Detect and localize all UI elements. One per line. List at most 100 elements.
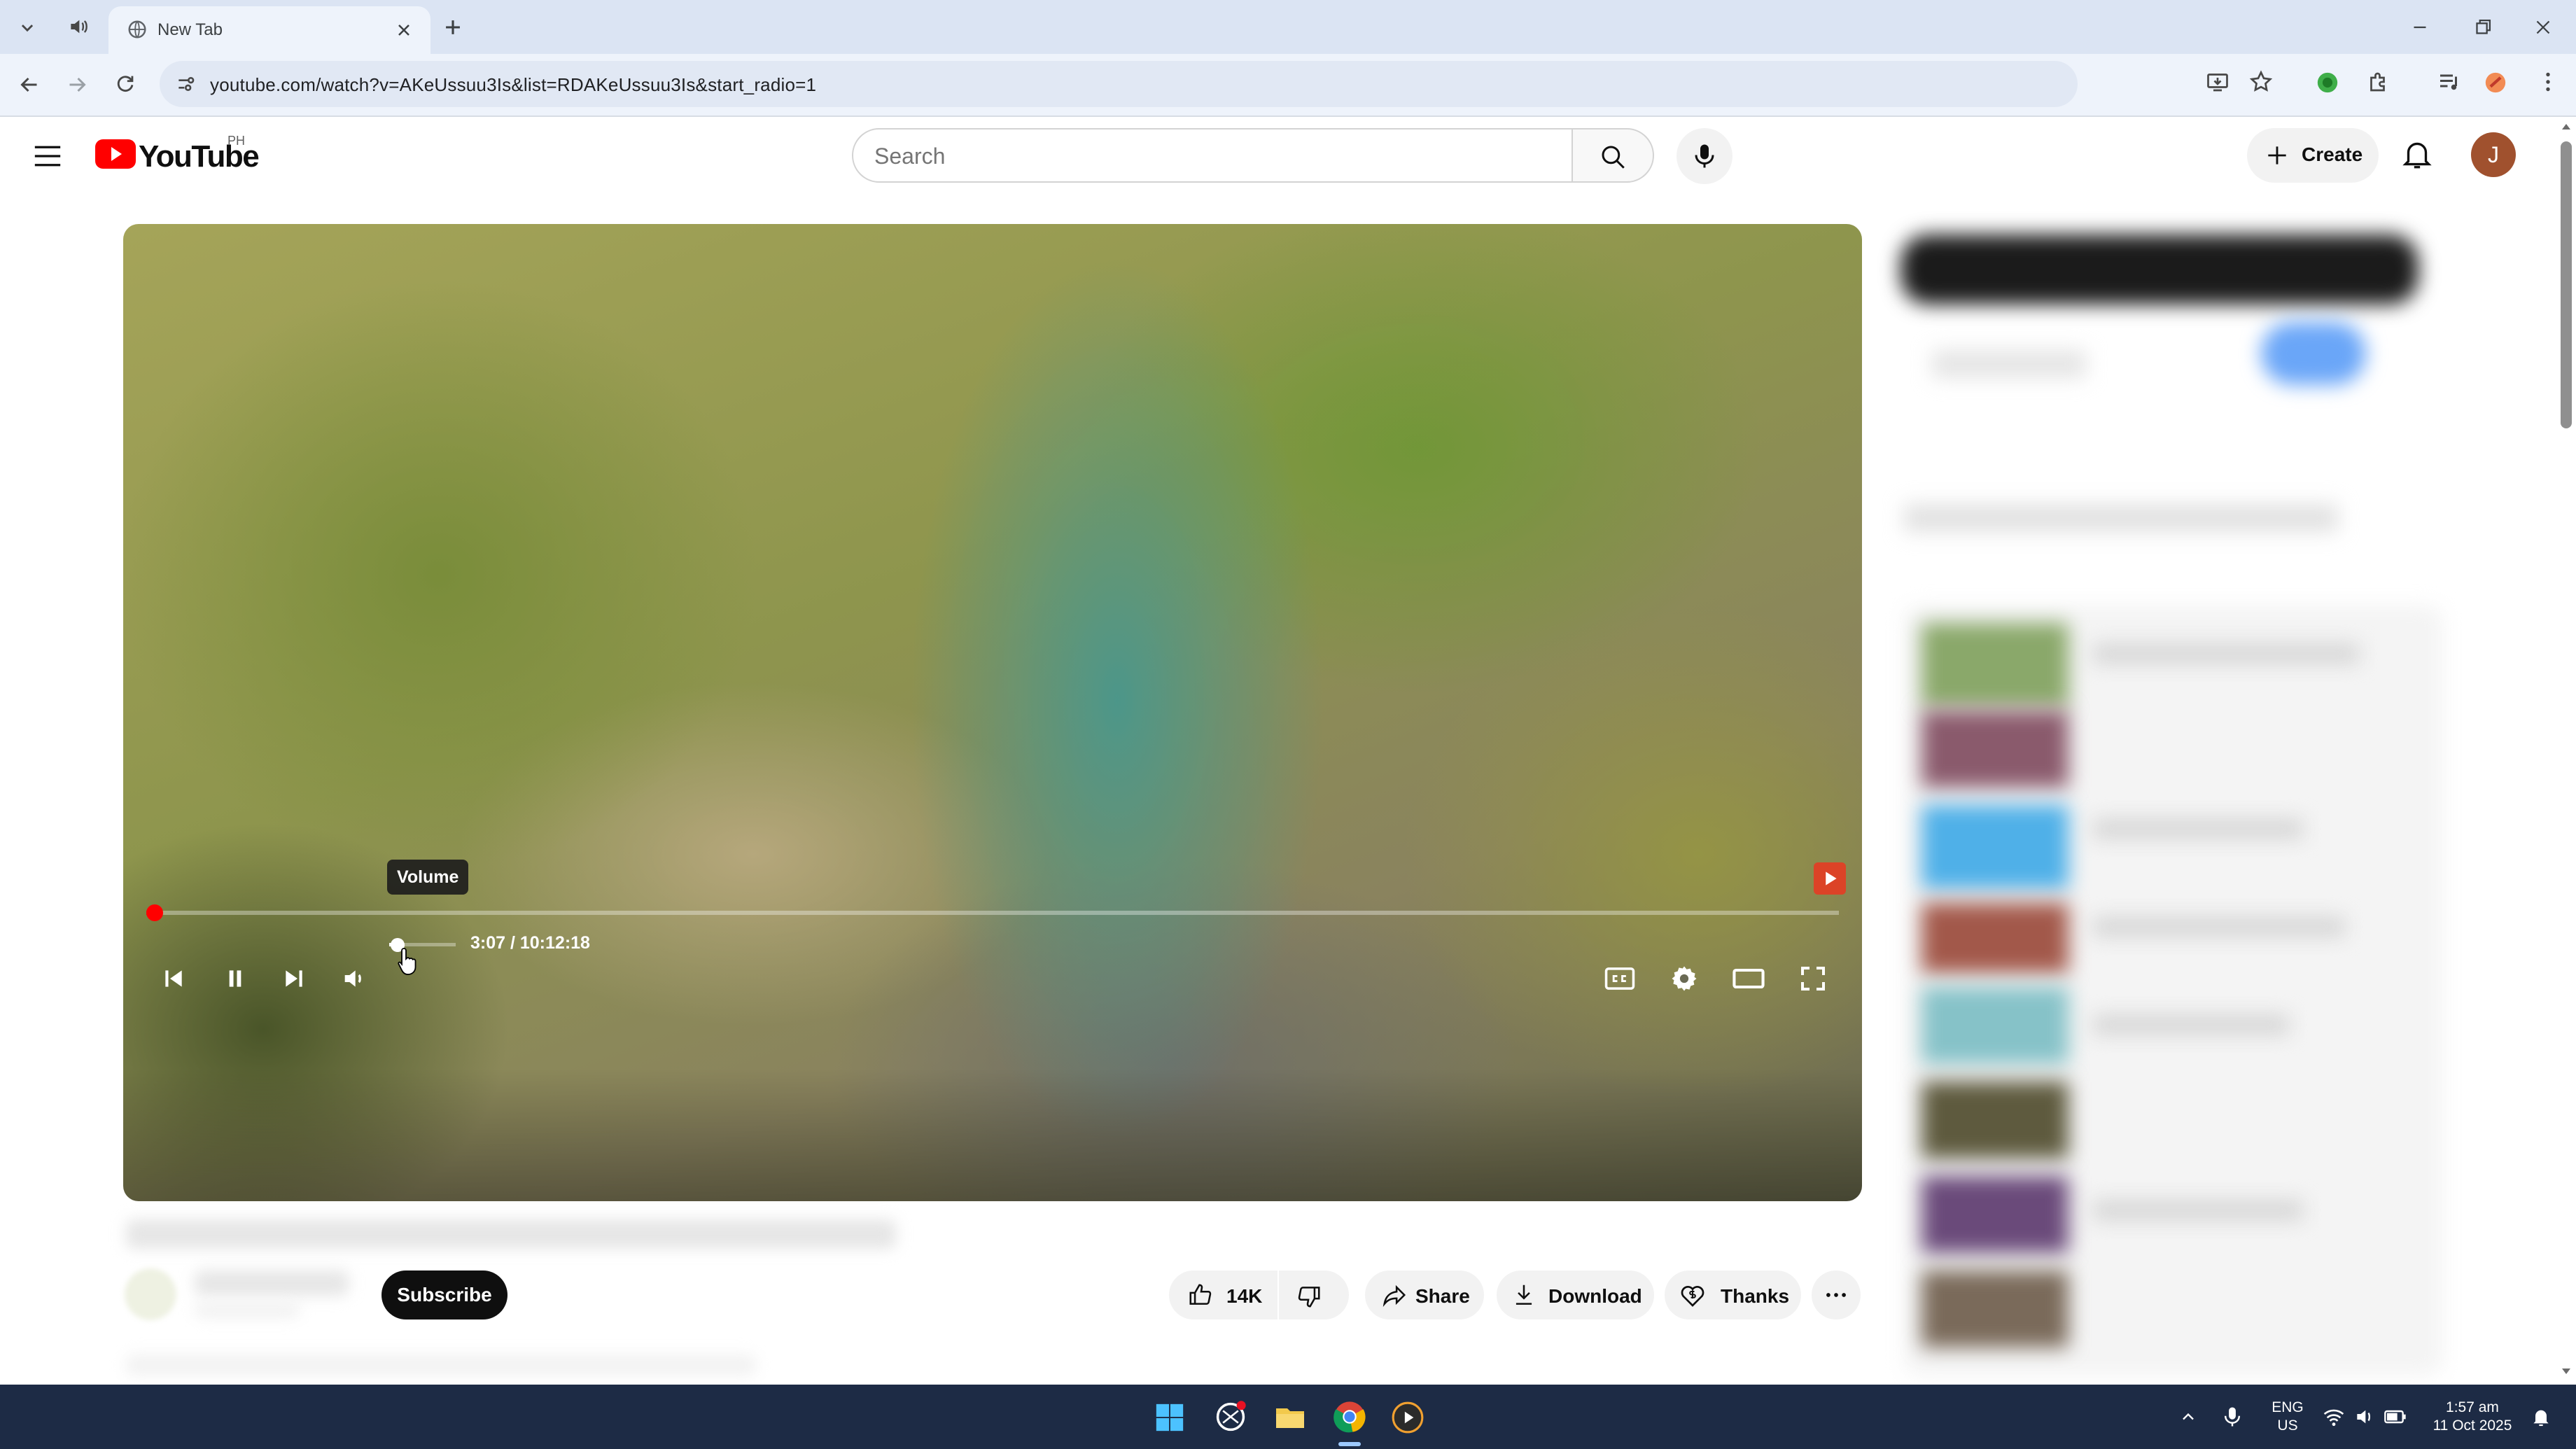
windows-start-icon[interactable]: [1154, 1401, 1186, 1434]
time-display: 3:07 / 10:12:18: [470, 933, 590, 953]
window-close-icon[interactable]: [2531, 15, 2555, 39]
download-icon: [1511, 1282, 1537, 1308]
page-scrollbar[interactable]: [2555, 119, 2576, 1386]
sidebar-heading-blurred: [1904, 504, 2338, 532]
like-button[interactable]: 14K: [1169, 1270, 1278, 1320]
copilot-app-icon[interactable]: [1212, 1399, 1249, 1435]
download-button[interactable]: Download: [1497, 1270, 1654, 1320]
thanks-label: Thanks: [1721, 1285, 1790, 1307]
share-button[interactable]: Share: [1365, 1270, 1484, 1320]
extension-icon[interactable]: [2316, 71, 2339, 94]
create-label: Create: [2302, 144, 2363, 165]
settings-gear-icon[interactable]: [1663, 958, 1705, 1000]
playlist-text-3: [2093, 917, 2345, 937]
clock[interactable]: 1:57 am 11 Oct 2025: [2423, 1399, 2521, 1435]
profile-extension-icon[interactable]: [2484, 71, 2507, 94]
video-player[interactable]: Volume 3:07 / 10:12:18: [123, 224, 1862, 1201]
create-button[interactable]: Create: [2247, 128, 2379, 183]
tab-title: New Tab: [158, 20, 223, 39]
bookmark-star-icon[interactable]: [2248, 69, 2274, 94]
forward-icon[interactable]: [64, 72, 90, 97]
progress-bar[interactable]: [146, 911, 1839, 915]
battery-icon[interactable]: [2383, 1406, 2408, 1428]
minimize-icon[interactable]: [2408, 15, 2432, 39]
captions-button[interactable]: [1599, 958, 1641, 1000]
restore-icon[interactable]: [2471, 15, 2495, 39]
sidebar-banner-text-blurred: [1932, 350, 2086, 378]
fullscreen-button[interactable]: [1792, 958, 1834, 1000]
pause-button[interactable]: [214, 958, 256, 1000]
chrome-app-icon[interactable]: [1331, 1399, 1368, 1435]
youtube-logo[interactable]: [95, 139, 136, 169]
scroll-up-arrow-icon[interactable]: [2561, 122, 2572, 132]
subscriber-count-blurred: [195, 1303, 300, 1317]
description-blurred: [126, 1354, 756, 1376]
language-line1: ENG: [2272, 1399, 2304, 1415]
video-title-blurred: [126, 1219, 896, 1249]
more-actions-button[interactable]: [1812, 1270, 1861, 1320]
browser-toolbar: youtube.com/watch?v=AKeUssuu3Is&list=RDA…: [0, 54, 2576, 117]
address-bar[interactable]: youtube.com/watch?v=AKeUssuu3Is&list=RDA…: [160, 61, 2078, 107]
close-icon[interactable]: [394, 20, 414, 40]
playlist-thumb-3: [1921, 805, 2068, 889]
browser-tab[interactable]: New Tab: [108, 6, 430, 54]
browser-tab-strip: New Tab: [0, 0, 2576, 54]
globe-icon: [127, 19, 148, 40]
puzzle-icon[interactable]: [2366, 69, 2391, 94]
playlist-thumb-5: [1921, 987, 2068, 1064]
next-button[interactable]: [273, 958, 315, 1000]
dislike-button[interactable]: [1279, 1270, 1349, 1320]
plus-icon: [2264, 142, 2290, 169]
tray-overflow-chevron-icon[interactable]: [2178, 1407, 2198, 1427]
notification-center-icon[interactable]: [2530, 1406, 2552, 1428]
speaker-icon[interactable]: [67, 15, 90, 38]
account-avatar[interactable]: J: [2471, 132, 2516, 177]
volume-tooltip: Volume: [387, 860, 469, 895]
language-indicator[interactable]: ENG US: [2267, 1399, 2309, 1435]
scroll-down-arrow-icon[interactable]: [2561, 1366, 2572, 1376]
mouse-cursor-icon: [398, 946, 419, 976]
more-horizontal-icon: [1822, 1282, 1850, 1308]
search-placeholder: Search: [874, 144, 946, 169]
media-icon[interactable]: [2436, 69, 2461, 94]
playlist-text-4: [2093, 1015, 2289, 1035]
channel-watermark[interactable]: [1814, 862, 1846, 895]
controls-gradient: [123, 1068, 1862, 1201]
site-info-icon[interactable]: [175, 73, 197, 95]
subscribe-button[interactable]: Subscribe: [382, 1270, 507, 1320]
voice-search-button[interactable]: [1676, 128, 1732, 184]
search-input[interactable]: Search: [852, 128, 1573, 183]
install-icon[interactable]: [2205, 69, 2230, 94]
theater-mode-button[interactable]: [1728, 958, 1770, 1000]
file-explorer-icon[interactable]: [1273, 1400, 1308, 1434]
playlist-thumb-8: [1921, 1270, 2068, 1348]
playlist-text-5: [2093, 1200, 2303, 1220]
playlist-thumb-6: [1921, 1082, 2068, 1158]
share-label: Share: [1415, 1285, 1470, 1307]
playlist-thumb-7: [1921, 1176, 2068, 1253]
scroll-thumb[interactable]: [2561, 141, 2572, 428]
tray-microphone-icon[interactable]: [2222, 1406, 2243, 1428]
youtube-masthead: YouTube PH Search Create J: [0, 117, 2576, 194]
search-button[interactable]: [1572, 128, 1654, 183]
new-tab-icon[interactable]: [441, 15, 465, 39]
hamburger-menu-icon[interactable]: [32, 142, 63, 170]
microphone-icon: [1692, 142, 1717, 170]
tab-search-icon[interactable]: [15, 15, 39, 39]
thumbs-down-icon: [1296, 1283, 1322, 1310]
thumbs-up-icon: [1187, 1282, 1214, 1308]
clock-date: 11 Oct 2025: [2432, 1418, 2512, 1434]
media-player-app-icon[interactable]: [1390, 1400, 1425, 1435]
wifi-icon[interactable]: [2323, 1406, 2345, 1428]
playlist-thumb-4: [1921, 903, 2068, 973]
progress-scrubber[interactable]: [146, 904, 164, 921]
reload-icon[interactable]: [113, 72, 137, 96]
back-icon[interactable]: [17, 72, 42, 97]
thanks-button[interactable]: Thanks: [1665, 1270, 1801, 1320]
volume-tray-icon[interactable]: [2353, 1406, 2376, 1428]
notifications-bell-icon[interactable]: [2400, 136, 2435, 172]
previous-button[interactable]: [153, 958, 195, 1000]
mute-button[interactable]: [333, 958, 375, 1000]
channel-avatar[interactable]: [125, 1268, 176, 1320]
menu-dots-icon[interactable]: [2535, 69, 2561, 94]
